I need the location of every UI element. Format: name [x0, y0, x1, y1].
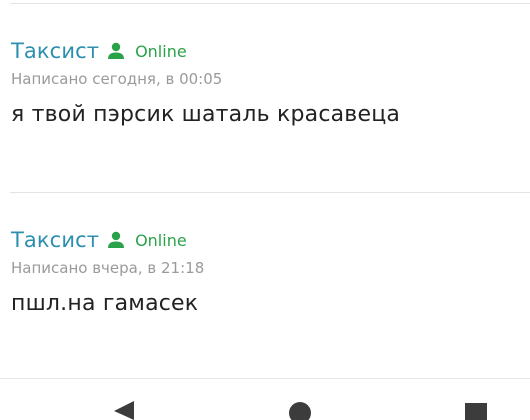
top-divider [10, 3, 530, 4]
post-2: Таксист Online Написано вчера, в 21:18 п… [11, 225, 520, 316]
user-icon [108, 42, 125, 59]
post-divider [10, 192, 530, 193]
post-1: Таксист Online Написано сегодня, в 00:05… [11, 36, 520, 127]
recents-square-icon[interactable] [464, 401, 488, 420]
post-timestamp: Написано сегодня, в 00:05 [11, 70, 223, 88]
post-header: Таксист Online [11, 36, 520, 66]
author-link[interactable]: Таксист [11, 228, 99, 252]
post-message: пшл.на гамасек [11, 291, 199, 316]
home-circle-icon[interactable] [288, 401, 312, 420]
online-status: Online [135, 230, 187, 250]
post-header: Таксист Online [11, 225, 520, 255]
back-triangle-icon[interactable] [112, 401, 136, 420]
online-status: Online [135, 41, 187, 61]
post-message: я твой пэрсик шаталь красавеца [11, 102, 401, 127]
user-icon [108, 231, 125, 248]
post-timestamp: Написано вчера, в 21:18 [11, 259, 205, 277]
system-navigation-bar [0, 378, 530, 420]
author-link[interactable]: Таксист [11, 39, 99, 63]
